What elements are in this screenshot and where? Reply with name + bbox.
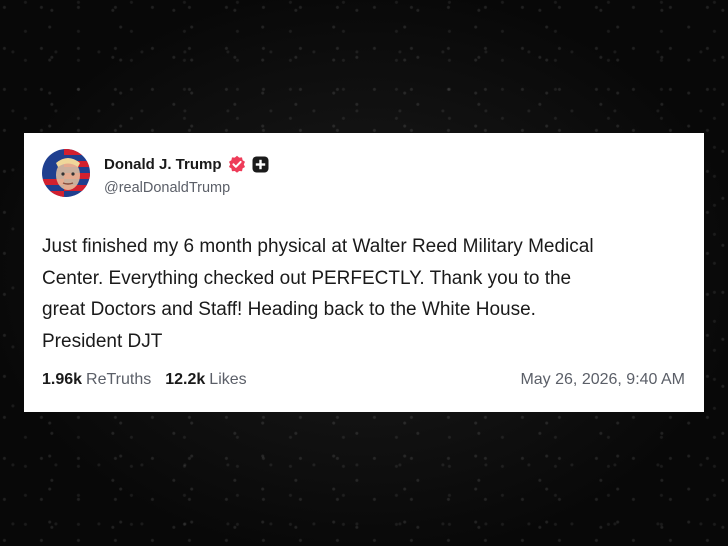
post-stats-row: 1.96k ReTruths 12.2k Likes May 26, 2026, 9… — [42, 371, 685, 389]
post-timestamp[interactable]: May 26, 2026, 9:40 AM — [520, 371, 685, 389]
verified-badge-icon — [228, 155, 246, 173]
retruths-label: ReTruths — [86, 371, 152, 388]
likes-count: 12.2k — [165, 371, 206, 388]
post-body-line: great Doctors and Staff! Heading back to… — [42, 299, 536, 320]
post-body-line: Center. Everything checked out PERFECTLY… — [42, 267, 572, 289]
avatar[interactable] — [42, 149, 90, 197]
post-body: Just finished my 6 month physical at Wal… — [42, 231, 692, 357]
retruths-stat[interactable]: 1.96k ReTruths — [42, 371, 151, 389]
author-name-row: Donald J. Trump — [104, 154, 269, 174]
author-handle[interactable]: @realDonaldTrump — [104, 180, 230, 196]
author-display-name[interactable]: Donald J. Trump — [104, 156, 222, 173]
plus-icon — [252, 156, 269, 173]
retruths-count: 1.96k — [42, 371, 83, 388]
truth-social-post-card: Donald J. Trump @realDonaldTrump Just fi… — [24, 133, 704, 412]
post-body-line: President DJT — [42, 330, 163, 352]
likes-stat[interactable]: 12.2k Likes — [165, 371, 246, 389]
post-body-line: Just finished my 6 month physical at Wal… — [42, 236, 594, 257]
likes-label: Likes — [209, 371, 247, 388]
avatar-image — [42, 149, 90, 197]
